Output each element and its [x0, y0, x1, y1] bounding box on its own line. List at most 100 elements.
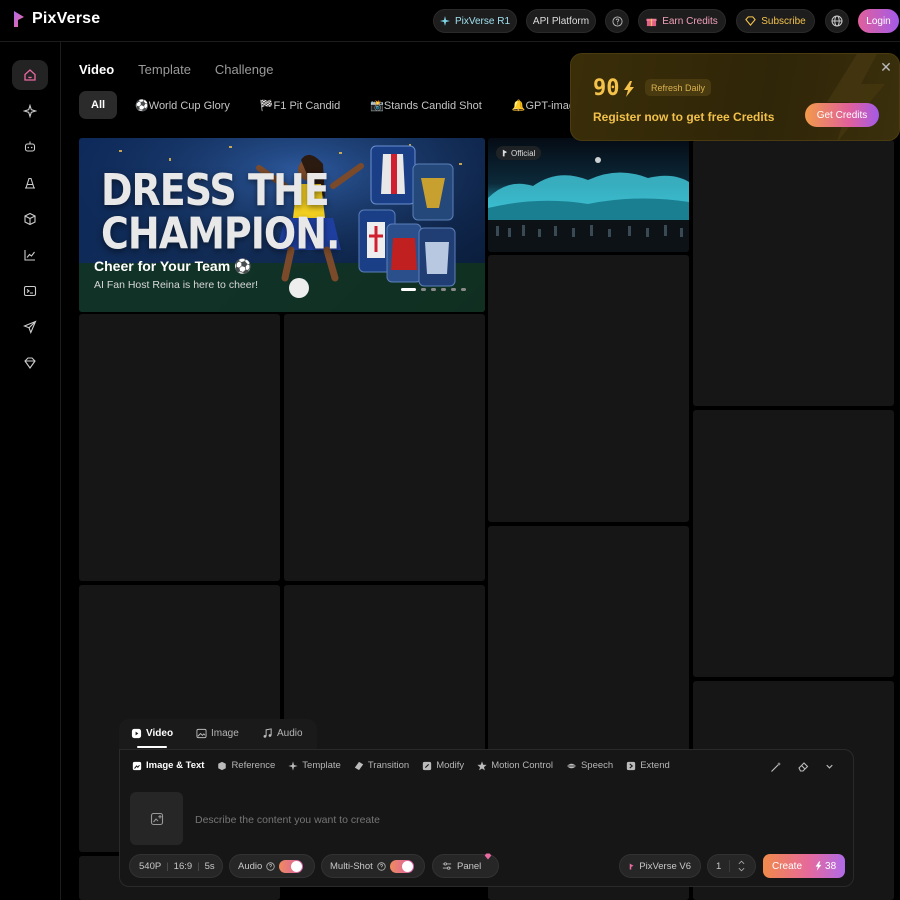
register-message: Register now to get free Credits [593, 110, 775, 124]
video-tile[interactable] [79, 314, 280, 581]
video-tile[interactable] [693, 140, 894, 406]
magic-wand-icon[interactable] [770, 761, 782, 773]
carousel-dot[interactable] [441, 288, 446, 291]
sparkle-icon [439, 16, 450, 26]
pixverse-logo-icon [629, 863, 634, 869]
content-tabs: Video Template Challenge [79, 62, 297, 77]
tab-template[interactable]: Template [138, 62, 191, 77]
banner-headline: Cheer for Your Team ⚽ [94, 258, 252, 274]
cube-icon [24, 212, 36, 226]
sidebar-item-home[interactable] [12, 60, 48, 90]
upload-image-button[interactable] [130, 792, 183, 845]
chip-world-cup-glory[interactable]: ⚽World Cup Glory [123, 91, 242, 119]
model-selector[interactable]: PixVerse V6 [619, 854, 701, 878]
carousel-dot[interactable] [431, 288, 436, 291]
mode-extend[interactable]: Extend [626, 760, 670, 771]
composer-tab-video[interactable]: Video [131, 728, 173, 739]
sidebar-item-terminal[interactable] [12, 276, 48, 306]
composer-tab-image[interactable]: Image [196, 728, 239, 739]
help-icon[interactable] [377, 861, 386, 871]
login-button[interactable]: Login [858, 9, 899, 33]
sidebar-item-send[interactable] [12, 312, 48, 342]
mode-modify[interactable]: Modify [422, 760, 464, 771]
carousel-dot[interactable] [451, 288, 456, 291]
sidebar-item-chart[interactable] [12, 240, 48, 270]
sparkle-icon [288, 760, 298, 771]
refresh-daily-badge: Refresh Daily [645, 79, 712, 96]
chip-all[interactable]: All [79, 91, 118, 119]
language-button[interactable] [825, 9, 849, 33]
chip-stands-candid-shot[interactable]: 📸Stands Candid Shot [358, 91, 494, 119]
chevron-up-icon[interactable] [738, 860, 745, 865]
add-image-icon [150, 812, 163, 825]
earn-credits-label: Earn Credits [662, 15, 718, 27]
featured-banner[interactable]: DRESS THE CHAMPION. Cheer for Your Team … [79, 138, 485, 312]
sidebar-item-font[interactable] [12, 168, 48, 198]
sliders-icon [442, 862, 452, 870]
chip-gpt-image[interactable]: 🔔GPT-image [500, 91, 579, 119]
model-label: PixVerse V6 [639, 860, 691, 872]
mode-image-text[interactable]: Image & Text [132, 760, 204, 771]
bolt-icon [815, 861, 822, 871]
eraser-icon[interactable] [797, 761, 809, 773]
carousel-dot[interactable] [461, 288, 466, 291]
carousel-dot[interactable] [401, 288, 416, 291]
help-icon[interactable] [266, 861, 276, 871]
sidebar-item-tag[interactable] [12, 348, 48, 378]
sidebar-item-sparkle[interactable] [12, 96, 48, 126]
count-stepper[interactable]: 1 [707, 854, 756, 878]
multi-shot-switch[interactable] [389, 859, 414, 873]
mode-template[interactable]: Template [288, 760, 341, 771]
app-name: PixVerse [32, 10, 101, 27]
subscribe-label: Subscribe [761, 15, 806, 27]
api-platform-button[interactable]: API Platform [526, 9, 596, 33]
credits-popup: 90 Refresh Daily Register now to get fre… [570, 53, 900, 141]
cube-icon [218, 761, 227, 770]
banner-subline: AI Fan Host Reina is here to cheer! [94, 279, 258, 291]
logo[interactable]: PixVerse [12, 10, 100, 28]
mode-transition[interactable]: Transition [354, 760, 409, 771]
pixverse-logo-icon [502, 149, 508, 157]
active-tab-indicator [137, 746, 167, 748]
pixverse-logo-icon [14, 11, 24, 27]
sidebar-item-robot[interactable] [12, 132, 48, 162]
create-button[interactable]: Create 38 [763, 854, 845, 878]
audio-toggle[interactable]: Audio [229, 854, 315, 878]
chevron-down-icon[interactable] [738, 867, 745, 872]
subscribe-button[interactable]: Subscribe [736, 9, 815, 33]
earn-credits-button[interactable]: Earn Credits [638, 9, 726, 33]
help-button[interactable] [605, 9, 629, 33]
chip-f1-pit-candid[interactable]: 🏁F1 Pit Candid [248, 91, 352, 119]
video-tile[interactable] [488, 255, 689, 522]
mode-reference[interactable]: Reference [217, 760, 275, 771]
lips-icon [566, 763, 577, 768]
get-credits-button[interactable]: Get Credits [805, 103, 879, 127]
video-settings-button[interactable]: 540P | 16:9 | 5s [129, 854, 223, 878]
sidebar [0, 42, 61, 900]
video-icon [131, 728, 142, 739]
carousel-dot[interactable] [421, 288, 426, 291]
audio-switch[interactable] [279, 859, 304, 873]
video-tile[interactable] [284, 314, 485, 581]
api-platform-label: API Platform [532, 15, 590, 27]
audio-label: Audio [238, 860, 263, 872]
chevron-down-icon[interactable] [824, 761, 835, 772]
panel-button[interactable]: Panel [432, 853, 499, 878]
multi-shot-toggle[interactable]: Multi-Shot [321, 854, 425, 878]
top-bar: PixVerse PixVerse R1 API Platform Earn C… [0, 0, 900, 42]
pixverse-r1-button[interactable]: PixVerse R1 [433, 9, 517, 33]
mode-motion-control[interactable]: Motion Control [477, 760, 553, 771]
diamond-icon [745, 16, 757, 26]
tab-video[interactable]: Video [79, 62, 114, 77]
composer-tab-audio[interactable]: Audio [262, 728, 303, 739]
create-label: Create [772, 860, 803, 872]
sidebar-item-cube[interactable] [12, 204, 48, 234]
pixverse-r1-label: PixVerse R1 [454, 15, 511, 27]
tab-challenge[interactable]: Challenge [215, 62, 274, 77]
mode-speech[interactable]: Speech [566, 760, 613, 771]
prompt-input[interactable] [195, 814, 695, 826]
official-video-tile[interactable]: Official [488, 138, 689, 252]
video-tile[interactable] [693, 410, 894, 677]
close-icon[interactable]: ✕ [879, 60, 893, 74]
globe-icon [831, 15, 843, 27]
